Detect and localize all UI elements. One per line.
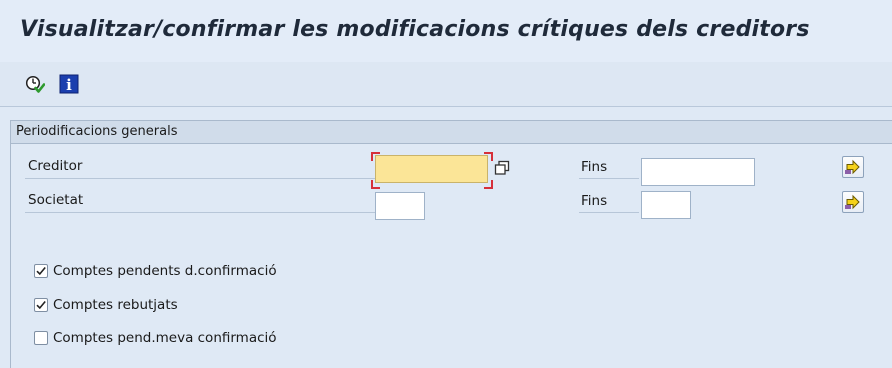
checkbox[interactable] [34,298,48,312]
arrow-right-icon [845,159,860,175]
checkbox[interactable] [34,331,48,345]
multiple-selection-icon[interactable] [494,160,510,176]
checkbox-label: Comptes pendents d.confirmació [53,263,277,279]
focus-corner [484,152,493,161]
group-header: Periodificacions generals [11,121,892,144]
societat-label: Societat [28,192,84,208]
group-box: Periodificacions generals Creditor Fins [10,120,892,368]
label-underline [25,212,375,213]
label-underline [579,212,639,213]
checkbox-label: Comptes rebutjats [53,297,178,313]
checkmark-icon [36,300,46,310]
focus-corner [371,180,380,189]
svg-text:i: i [66,76,72,94]
info-icon[interactable]: i [59,74,79,94]
checkbox[interactable] [34,264,48,278]
title-bar: Visualitzar/confirmar les modificacions … [0,0,892,62]
societat-from-input[interactable] [375,192,425,220]
focus-corner [484,180,493,189]
focus-corner [371,152,380,161]
selection-screen: Periodificacions generals Creditor Fins [0,107,892,368]
label-underline [579,178,639,179]
creditor-range-button[interactable] [842,156,864,178]
label-underline [25,178,375,179]
page-title: Visualitzar/confirmar les modificacions … [20,17,810,42]
group-title: Periodificacions generals [16,124,178,139]
societat-to-input[interactable] [641,191,691,219]
societat-to-label: Fins [581,193,608,209]
creditor-label: Creditor [28,158,83,174]
arrow-right-icon [845,194,860,210]
application-toolbar: i [0,62,892,107]
creditor-from-input[interactable] [375,155,488,183]
societat-range-button[interactable] [842,191,864,213]
creditor-to-label: Fins [581,159,608,175]
creditor-to-input[interactable] [641,158,755,186]
checkbox-label: Comptes pend.meva confirmació [53,330,277,346]
checkmark-icon [36,266,46,276]
execute-icon[interactable] [25,74,46,94]
